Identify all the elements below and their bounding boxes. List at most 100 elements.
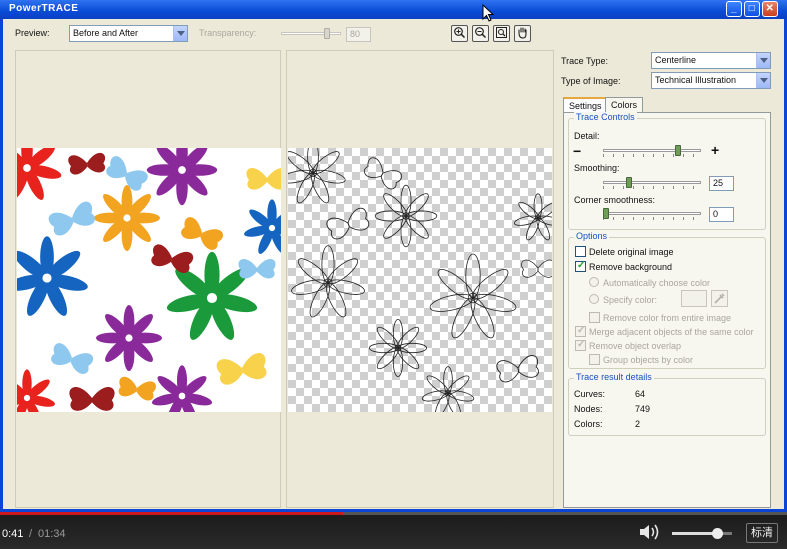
transparency-label: Transparency: — [199, 28, 257, 38]
nodes-value: 749 — [635, 404, 651, 414]
butterfly-shape — [51, 343, 94, 374]
preview-dropdown-value: Before and After — [73, 28, 139, 38]
video-player-controls: 0:41 / 01:34 标清 — [0, 512, 787, 549]
flower-shape — [96, 305, 162, 371]
auto-choose-color-radio[interactable] — [589, 277, 599, 287]
zoom-in-icon — [454, 27, 466, 39]
image-type-value: Technical Illustration — [655, 75, 737, 85]
before-preview-pane[interactable] — [15, 50, 281, 508]
options-group: Options Delete original image Remove bac… — [568, 231, 766, 369]
specify-color-label: Specify color: — [603, 295, 658, 305]
hand-icon — [518, 27, 527, 39]
minus-icon[interactable]: − — [573, 143, 581, 159]
transparency-slider-thumb[interactable] — [324, 28, 330, 39]
nodes-label: Nodes: — [574, 404, 603, 414]
maximize-button[interactable]: □ — [744, 1, 760, 17]
detail-slider[interactable] — [603, 145, 701, 158]
delete-original-checkbox[interactable] — [575, 246, 586, 257]
after-preview-pane[interactable] — [286, 50, 554, 508]
flower-shape — [151, 365, 213, 412]
butterfly-shape — [69, 387, 115, 411]
remove-color-entire-checkbox[interactable] — [589, 312, 600, 323]
group-by-color-checkbox[interactable] — [589, 354, 600, 365]
traced-flower-outline — [374, 184, 438, 248]
zoom-in-button[interactable] — [451, 25, 468, 42]
volume-button[interactable] — [638, 523, 664, 543]
colors-value: 2 — [635, 419, 641, 429]
trace-type-dropdown[interactable]: Centerline — [651, 52, 771, 69]
quality-button[interactable]: 标清 — [746, 523, 778, 543]
flower-shape — [146, 148, 218, 206]
zoom-to-fit-button[interactable] — [493, 25, 510, 42]
traced-flower-outline — [288, 148, 346, 204]
corner-smoothness-slider-thumb[interactable] — [603, 208, 609, 219]
flower-shape — [17, 369, 55, 412]
chevron-down-icon — [173, 26, 187, 41]
detail-slider-thumb[interactable] — [675, 145, 681, 156]
eyedropper-button[interactable] — [711, 290, 728, 307]
traced-butterfly-outline — [364, 157, 403, 190]
merge-adjacent-checkbox[interactable] — [575, 325, 586, 337]
flower-shape — [94, 185, 160, 251]
zoom-to-fit-icon — [496, 27, 507, 38]
color-swatch[interactable] — [681, 290, 707, 307]
butterfly-shape — [68, 153, 106, 175]
smoothing-slider-thumb[interactable] — [626, 177, 632, 188]
corner-smoothness-value-field[interactable]: 0 — [709, 207, 734, 222]
trace-result-title: Trace result details — [574, 372, 654, 382]
pan-button[interactable] — [514, 25, 531, 42]
image-type-dropdown[interactable]: Technical Illustration — [651, 72, 771, 89]
remove-overlap-checkbox[interactable] — [575, 339, 586, 351]
remove-color-entire-label: Remove color from entire image — [603, 313, 732, 323]
close-button[interactable]: ✕ — [762, 1, 778, 17]
centerline-trace-image — [288, 148, 552, 412]
speaker-icon — [640, 524, 659, 540]
corner-smoothness-slider[interactable] — [603, 208, 701, 221]
chevron-down-icon — [756, 53, 770, 68]
options-title: Options — [574, 231, 610, 241]
minimize-button[interactable]: _ — [726, 1, 742, 17]
traced-flower-outline — [368, 318, 428, 378]
preview-toolbar: Preview: Before and After Transparency: … — [3, 19, 784, 49]
traced-result-image — [288, 148, 552, 412]
zoom-out-icon — [475, 27, 487, 39]
transparency-value-field[interactable]: 80 — [346, 27, 371, 42]
trace-controls-title: Trace Controls — [574, 112, 637, 122]
maximize-icon: □ — [748, 3, 756, 14]
traced-butterfly-outline — [496, 355, 539, 383]
title-bar[interactable]: PowerTRACE _ □ ✕ — [0, 0, 787, 19]
flower-shape — [17, 236, 88, 316]
detail-label: Detail: — [574, 131, 600, 141]
volume-slider-thumb[interactable] — [712, 528, 723, 539]
preview-dropdown[interactable]: Before and After — [69, 25, 188, 42]
remove-overlap-label: Remove object overlap — [589, 341, 682, 351]
volume-fill — [672, 532, 717, 535]
butterfly-shape — [246, 168, 281, 190]
volume-slider[interactable] — [672, 528, 732, 539]
video-progress-fill — [0, 512, 344, 515]
smoothing-slider[interactable] — [603, 177, 701, 190]
video-progress-bar[interactable] — [0, 512, 787, 515]
auto-choose-color-label: Automatically choose color — [603, 278, 711, 288]
specify-color-radio[interactable] — [589, 294, 599, 304]
total-time: 01:34 — [38, 528, 66, 540]
butterfly-shape — [151, 244, 194, 273]
curves-value: 64 — [635, 389, 646, 399]
image-type-label: Type of Image: — [561, 76, 621, 86]
butterfly-shape — [181, 217, 223, 250]
plus-icon[interactable]: + — [711, 142, 719, 158]
traced-flower-outline — [429, 253, 517, 339]
floral-pattern-image — [17, 148, 281, 412]
trace-result-group: Trace result details Curves: 64 Nodes: 7… — [568, 372, 766, 436]
remove-background-checkbox[interactable] — [575, 260, 586, 272]
butterfly-shape — [238, 259, 276, 279]
zoom-out-button[interactable] — [472, 25, 489, 42]
smoothing-value-field[interactable]: 25 — [709, 176, 734, 191]
transparency-slider[interactable] — [281, 28, 341, 41]
delete-original-label: Delete original image — [589, 247, 674, 257]
butterfly-shape — [48, 201, 95, 236]
smoothing-label: Smoothing: — [574, 163, 620, 173]
trace-controls-group: Trace Controls Detail: − + Smoothing: 25… — [568, 112, 766, 230]
tab-colors[interactable]: Colors — [605, 97, 644, 113]
chevron-down-icon — [756, 73, 770, 88]
